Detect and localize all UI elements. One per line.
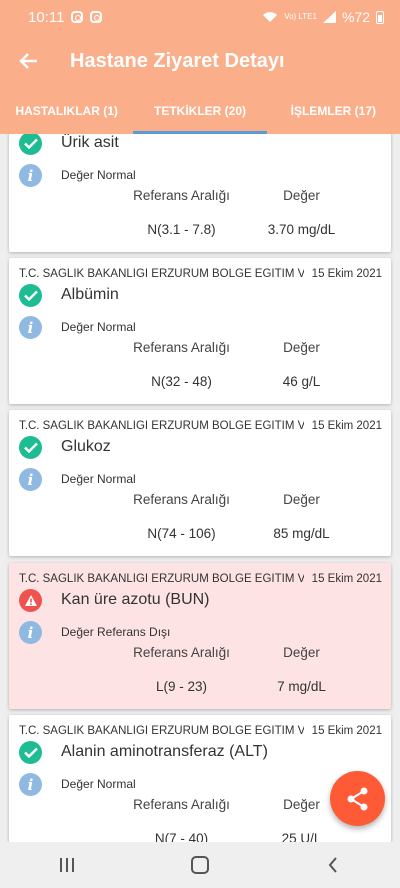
hospital-name: T.C. SAĞLIK BAKANLIĞI ERZURUM BÖLGE EĞİT… <box>19 573 304 585</box>
reference-range-label: Referans Aralığı <box>133 188 230 203</box>
check-circle-icon <box>19 134 42 155</box>
hospital-name: T.C. SAĞLIK BAKANLIĞI ERZURUM BÖLGE EĞİT… <box>19 268 304 280</box>
instagram-icon <box>90 11 103 23</box>
result-status: Değer Referans Dışı <box>61 625 171 639</box>
test-name: Glukoz <box>61 438 111 455</box>
check-circle-icon <box>19 436 42 459</box>
reference-range-label: Referans Aralığı <box>133 645 230 660</box>
system-nav-bar <box>0 842 400 888</box>
test-value: 3.70 mg/dL <box>267 222 336 237</box>
test-value: 7 mg/dL <box>277 679 326 694</box>
value-label: Değer <box>283 492 320 507</box>
system-back-button[interactable] <box>293 842 373 888</box>
reference-range-value: N(3.1 - 7.8) <box>147 222 216 237</box>
tab-bar: HASTALIKLAR (1) TETKİKLER (20) İŞLEMLER … <box>0 88 400 134</box>
test-date: 15 Ekim 2021 <box>311 573 382 585</box>
result-status: Değer Normal <box>61 777 136 791</box>
value-label: Değer <box>283 645 320 660</box>
share-icon <box>347 787 367 810</box>
reference-range-value: L(9 - 23) <box>155 679 208 694</box>
test-card[interactable]: Ürik asit i Değer Normal Referans Aralığ… <box>9 134 391 252</box>
info-icon[interactable]: i <box>19 773 42 796</box>
reference-range-label: Referans Aralığı <box>133 340 230 355</box>
status-time: 10:11 <box>28 8 65 26</box>
hospital-name: T.C. SAĞLIK BAKANLIĞI ERZURUM BÖLGE EĞİT… <box>19 725 304 737</box>
recent-apps-icon <box>59 858 74 872</box>
test-name: Ürik asit <box>61 134 119 151</box>
network-type: Vo) LTE1 <box>284 12 317 21</box>
share-button[interactable] <box>330 771 385 826</box>
result-status: Değer Normal <box>61 168 136 182</box>
home-icon <box>190 856 209 874</box>
test-value: 85 mg/dL <box>273 526 330 541</box>
status-bar: 10:11 Vo) LTE1 %72 <box>0 0 400 34</box>
chevron-left-icon <box>328 857 338 873</box>
test-value: 25 U/L <box>281 831 322 842</box>
value-label: Değer <box>283 340 320 355</box>
home-button[interactable] <box>160 842 240 888</box>
tab-procedures[interactable]: İŞLEMLER (17) <box>267 88 400 134</box>
reference-range-value: N(32 - 48) <box>151 374 212 389</box>
test-card[interactable]: T.C. SAĞLIK BAKANLIĞI ERZURUM BÖLGE EĞİT… <box>9 410 391 556</box>
test-date: 15 Ekim 2021 <box>311 420 382 432</box>
reference-range-label: Referans Aralığı <box>133 797 230 812</box>
battery-icon <box>376 10 384 24</box>
test-name: Kan üre azotu (BUN) <box>61 591 210 608</box>
check-circle-icon <box>19 284 42 307</box>
result-status: Değer Normal <box>61 472 136 486</box>
test-name: Albümin <box>61 286 119 303</box>
info-icon[interactable]: i <box>19 468 42 491</box>
test-card-alert[interactable]: T.C. SAĞLIK BAKANLIĞI ERZURUM BÖLGE EĞİT… <box>9 563 391 709</box>
info-icon[interactable]: i <box>19 164 42 187</box>
test-value: 46 g/L <box>282 374 321 389</box>
test-date: 15 Ekim 2021 <box>311 725 382 737</box>
tab-diseases[interactable]: HASTALIKLAR (1) <box>0 88 133 134</box>
result-status: Değer Normal <box>61 320 136 334</box>
hospital-name: T.C. SAĞLIK BAKANLIĞI ERZURUM BÖLGE EĞİT… <box>19 420 304 432</box>
info-icon[interactable]: i <box>19 316 42 339</box>
recent-apps-button[interactable] <box>27 842 107 888</box>
value-label: Değer <box>283 188 320 203</box>
arrow-left-icon[interactable] <box>0 34 56 88</box>
test-date: 15 Ekim 2021 <box>311 268 382 280</box>
reference-range-label: Referans Aralığı <box>133 492 230 507</box>
app-bar: Hastane Ziyaret Detayı <box>0 34 400 88</box>
test-name: Alanin aminotransferaz (ALT) <box>61 743 268 760</box>
wifi-icon <box>263 12 278 22</box>
reference-range-value: N(74 - 106) <box>147 526 216 541</box>
test-list[interactable]: Ürik asit i Değer Normal Referans Aralığ… <box>0 134 400 842</box>
info-icon[interactable]: i <box>19 621 42 644</box>
check-circle-icon <box>19 741 42 764</box>
instagram-icon <box>71 11 84 23</box>
warning-triangle-icon <box>19 589 42 612</box>
page-title: Hastane Ziyaret Detayı <box>70 49 285 72</box>
reference-range-value: N(7 - 40) <box>154 831 209 842</box>
battery-percent: %72 <box>341 9 370 25</box>
test-card[interactable]: T.C. SAĞLIK BAKANLIĞI ERZURUM BÖLGE EĞİT… <box>9 715 391 842</box>
signal-icon <box>322 11 336 23</box>
tab-tests[interactable]: TETKİKLER (20) <box>133 88 267 134</box>
test-card[interactable]: T.C. SAĞLIK BAKANLIĞI ERZURUM BÖLGE EĞİT… <box>9 258 391 404</box>
